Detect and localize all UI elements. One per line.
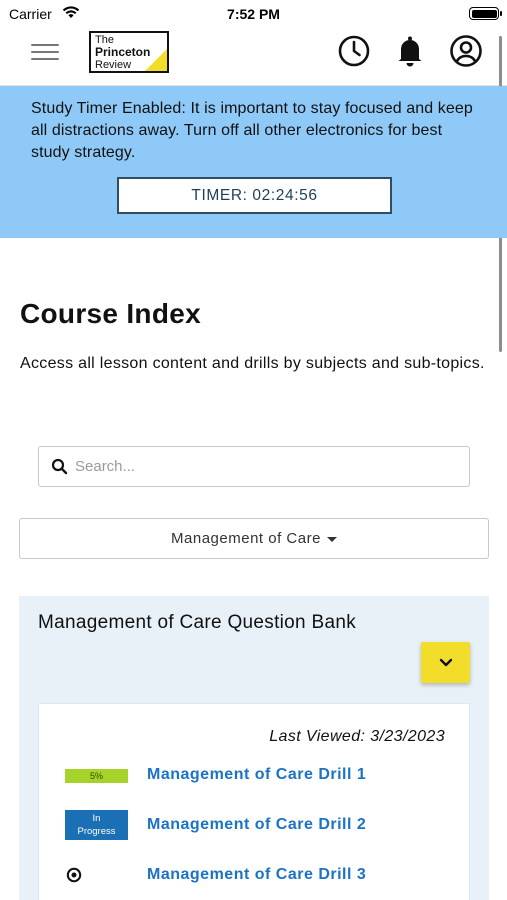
subject-dropdown[interactable]: Management of Care [19,518,489,559]
list-item: Management of Care Drill 3 [39,860,471,890]
status-time: 7:52 PM [227,6,280,22]
search-input[interactable] [75,448,455,485]
search-box [38,446,470,487]
list-item: In Progress Management of Care Drill 2 [39,810,471,840]
timer-display: TIMER: 02:24:56 [117,177,392,214]
in-progress-badge: In Progress [65,810,128,840]
page-title: Course Index [20,298,201,329]
progress-badge: 5% [65,769,128,783]
battery-icon [469,7,502,20]
study-timer-message: Study Timer Enabled: It is important to … [31,100,473,161]
status-bar: Carrier 7:52 PM [0,0,507,28]
drill-link-1[interactable]: Management of Care Drill 1 [147,766,366,784]
logo-line-2: Princeton [95,45,151,59]
menu-icon[interactable] [31,44,59,64]
page-description: Access all lesson content and drills by … [20,355,485,372]
history-icon[interactable] [337,34,371,68]
question-bank-title: Management of Care Question Bank [38,612,356,633]
logo-line-3: Review [95,59,132,71]
caret-down-icon [326,536,337,542]
account-icon[interactable] [449,34,483,68]
in-progress-badge-line-1: In [92,813,101,824]
study-timer-banner: Study Timer Enabled: It is important to … [0,86,507,238]
bell-icon[interactable] [393,34,427,68]
collapse-toggle-button[interactable] [421,642,470,683]
top-nav: The Princeton Review [0,28,507,86]
princeton-review-logo[interactable]: The Princeton Review [89,31,169,73]
drill-link-3[interactable]: Management of Care Drill 3 [147,866,366,884]
last-viewed-date: Last Viewed: 3/23/2023 [269,728,445,745]
subject-dropdown-label: Management of Care [171,530,321,547]
question-bank-panel: Management of Care Question Bank Last Vi… [19,596,489,900]
in-progress-badge-line-2: Progress [77,826,116,837]
chevron-down-icon [439,658,452,667]
list-item: 5% Management of Care Drill 1 [39,760,471,790]
drill-link-2[interactable]: Management of Care Drill 2 [147,816,366,834]
drill-list-card: Last Viewed: 3/23/2023 5% Management of … [38,703,470,900]
not-started-icon [66,867,82,888]
search-icon [51,458,68,480]
